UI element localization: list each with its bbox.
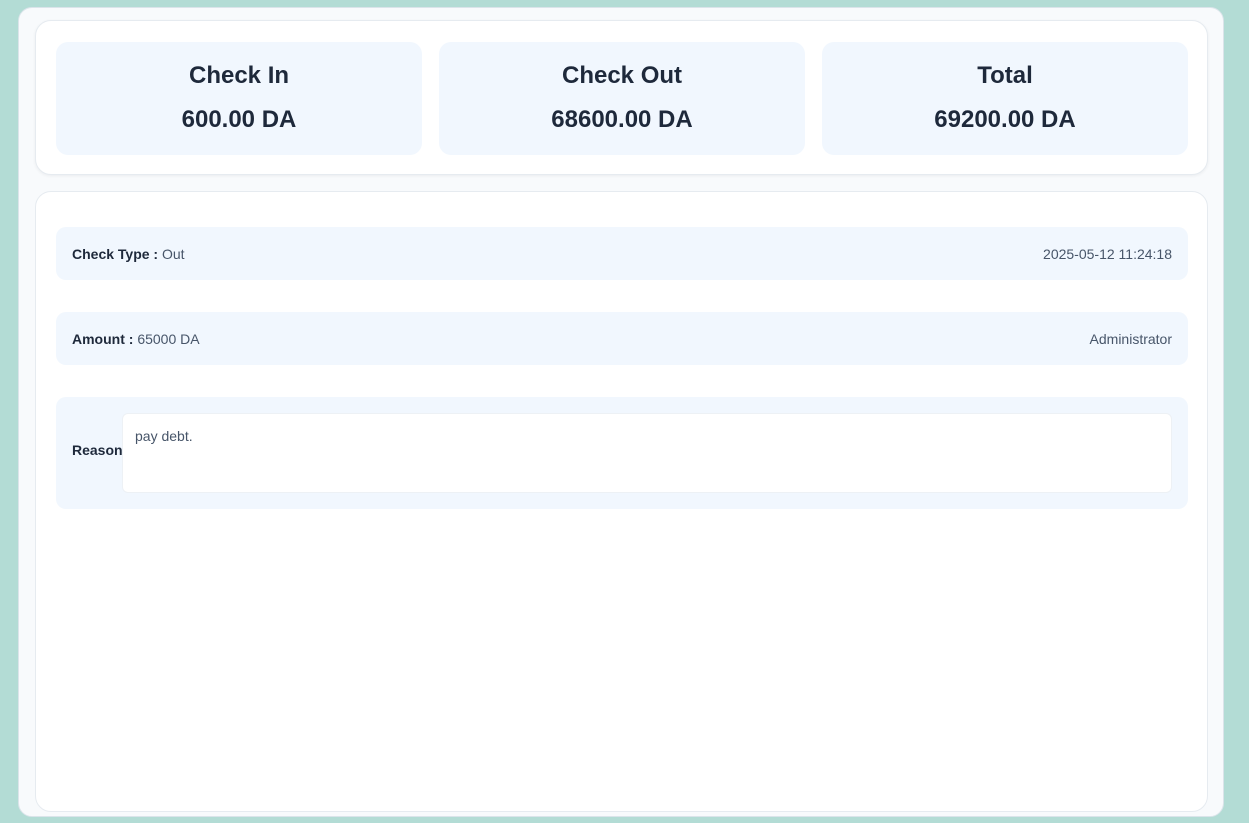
check-in-value: 600.00 DA <box>181 106 297 133</box>
check-type-value: Out <box>162 245 185 262</box>
check-in-stat: Check In 600.00 DA <box>56 42 422 155</box>
check-type-field: Check Type : Out <box>72 246 185 262</box>
check-out-stat: Check Out 68600.00 DA <box>439 42 805 155</box>
total-label: Total <box>977 62 1033 89</box>
amount-value: 65000 DA <box>137 330 200 347</box>
check-type-label: Check Type : <box>72 245 159 262</box>
check-in-label: Check In <box>188 62 290 89</box>
amount-label: Amount : <box>72 330 134 347</box>
detail-card: Check Type : Out 2025-05-12 11:24:18 Amo… <box>35 191 1208 812</box>
user-value: Administrator <box>1089 330 1172 347</box>
check-out-value: 68600.00 DA <box>551 106 693 133</box>
app-window: Check In 600.00 DA Check Out 68600.00 DA… <box>18 7 1224 817</box>
total-value: 69200.00 DA <box>934 106 1076 133</box>
reason-row: Reason pay debt. <box>56 397 1188 509</box>
reason-textarea[interactable]: pay debt. <box>122 413 1172 493</box>
reason-label: Reason <box>72 442 123 458</box>
summary-card: Check In 600.00 DA Check Out 68600.00 DA… <box>35 20 1208 175</box>
amount-row: Amount : 65000 DA Administrator <box>56 312 1188 365</box>
amount-field: Amount : 65000 DA <box>72 331 200 347</box>
check-out-label: Check Out <box>561 62 683 89</box>
check-type-row: Check Type : Out 2025-05-12 11:24:18 <box>56 227 1188 280</box>
total-stat: Total 69200.00 DA <box>822 42 1188 155</box>
datetime-value: 2025-05-12 11:24:18 <box>1043 245 1172 262</box>
